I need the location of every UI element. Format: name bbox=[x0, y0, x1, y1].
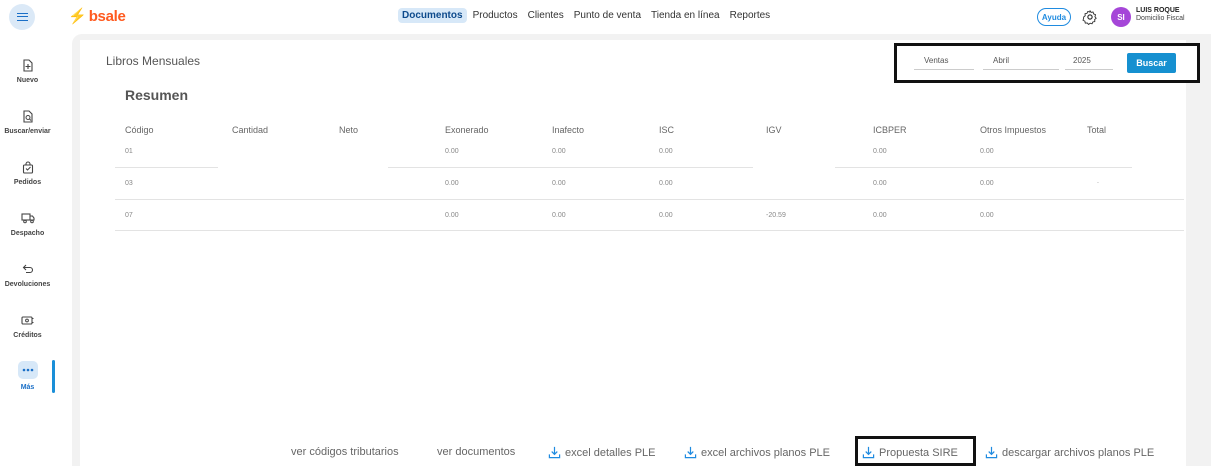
table-header-neto: Neto bbox=[339, 125, 359, 135]
anio-input[interactable]: 2025 bbox=[1065, 56, 1113, 70]
table-cell: 0.00 bbox=[659, 212, 673, 219]
table-header-exonerado: Exonerado bbox=[445, 125, 489, 135]
sidebar-item-devoluciones[interactable]: Devoluciones bbox=[0, 262, 55, 288]
table-header-inafecto: Inafecto bbox=[552, 125, 585, 135]
table-cell: 0.00 bbox=[552, 148, 566, 155]
ver-documentos-link[interactable]: ver documentos bbox=[437, 446, 515, 458]
page-title: Libros Mensuales bbox=[106, 54, 201, 68]
table-cell: 0.00 bbox=[980, 212, 994, 219]
table-cell: -20.59 bbox=[766, 212, 786, 219]
mes-select[interactable]: Abril bbox=[983, 56, 1059, 70]
top-bar: ⚡ bsale Documentos Productos Clientes Pu… bbox=[0, 0, 1211, 34]
row-divider bbox=[115, 167, 218, 168]
table-cell: 0.00 bbox=[980, 180, 994, 187]
nav-punto-de-venta[interactable]: Punto de venta bbox=[570, 8, 645, 23]
tipo-libro-select[interactable]: Ventas bbox=[914, 56, 974, 70]
sidebar-item-label: Créditos bbox=[13, 332, 42, 339]
truck-icon bbox=[20, 211, 35, 225]
table-cell: 0.00 bbox=[873, 212, 887, 219]
user-branch: Domicilio Fiscal bbox=[1136, 15, 1185, 23]
sidebar-item-label: Pedidos bbox=[13, 179, 42, 186]
credit-note-icon bbox=[21, 313, 35, 327]
sidebar-item-despacho[interactable]: Despacho bbox=[0, 211, 55, 237]
main-card bbox=[80, 40, 1186, 474]
gear-icon[interactable] bbox=[1082, 9, 1098, 25]
table-header-igv: IGV bbox=[766, 125, 782, 135]
link-label: descargar archivos planos PLE bbox=[1002, 446, 1155, 459]
row-divider bbox=[115, 199, 1184, 200]
table-cell: . bbox=[1097, 178, 1099, 185]
sidebar-item-mas[interactable]: Más bbox=[0, 361, 55, 391]
row-divider bbox=[388, 167, 753, 168]
excel-archivos-planos-ple-link[interactable]: excel archivos planos PLE bbox=[684, 446, 830, 459]
table-header-cantidad: Cantidad bbox=[232, 125, 269, 135]
active-indicator bbox=[52, 360, 55, 393]
download-icon bbox=[548, 446, 561, 459]
bsale-logo[interactable]: ⚡ bsale bbox=[68, 8, 126, 25]
menu-icon bbox=[16, 13, 28, 21]
table-cell: 0.00 bbox=[873, 148, 887, 155]
table-cell: 0.00 bbox=[873, 180, 887, 187]
table-cell: 0.00 bbox=[445, 180, 459, 187]
nav-productos[interactable]: Productos bbox=[469, 8, 522, 23]
sidebar-item-label: Buscar/enviar bbox=[4, 128, 51, 135]
row-divider bbox=[835, 167, 1132, 168]
user-name: LUIS ROQUE bbox=[1136, 7, 1180, 14]
link-label: excel detalles PLE bbox=[565, 446, 656, 459]
table-cell: 0.00 bbox=[445, 148, 459, 155]
table-cell: 01 bbox=[125, 148, 133, 155]
descargar-archivos-planos-ple-link[interactable]: descargar archivos planos PLE bbox=[985, 446, 1154, 459]
nav-documentos[interactable]: Documentos bbox=[398, 8, 467, 23]
buscar-button[interactable]: Buscar bbox=[1127, 53, 1176, 73]
table-cell: 07 bbox=[125, 212, 133, 219]
sidebar-item-buscar-enviar[interactable]: Buscar/enviar bbox=[0, 109, 55, 135]
link-label: excel archivos planos PLE bbox=[701, 446, 831, 459]
help-button[interactable]: Ayuda bbox=[1037, 8, 1071, 26]
table-cell: 0.00 bbox=[659, 148, 673, 155]
sidebar: Nuevo Buscar/enviar Pedidos Despacho Dev… bbox=[0, 34, 55, 466]
table-header-codigo: Código bbox=[125, 125, 154, 135]
nav-reportes[interactable]: Reportes bbox=[726, 8, 775, 23]
hamburger-menu-button[interactable] bbox=[9, 4, 35, 30]
filter-bar: Ventas Abril 2025 Buscar bbox=[894, 43, 1200, 83]
table-cell: 0.00 bbox=[552, 212, 566, 219]
row-divider bbox=[115, 230, 1184, 231]
sidebar-item-label: Devoluciones bbox=[4, 281, 51, 288]
propuesta-sire-highlight bbox=[855, 436, 976, 466]
bolt-icon: ⚡ bbox=[68, 8, 87, 25]
sidebar-item-nuevo[interactable]: Nuevo bbox=[0, 58, 55, 84]
bag-icon bbox=[21, 160, 35, 174]
section-title: Resumen bbox=[125, 87, 189, 103]
ver-codigos-tributarios-link[interactable]: ver códigos tributarios bbox=[291, 446, 399, 458]
nav-tienda-en-linea[interactable]: Tienda en línea bbox=[647, 8, 724, 23]
brand-name: bsale bbox=[88, 8, 126, 25]
more-dots-icon bbox=[17, 361, 38, 379]
excel-detalles-ple-link[interactable]: excel detalles PLE bbox=[548, 446, 656, 459]
main-nav: Documentos Productos Clientes Punto de v… bbox=[398, 8, 774, 23]
return-arrow-icon bbox=[21, 262, 35, 276]
download-icon bbox=[985, 446, 998, 459]
table-cell: 0.00 bbox=[552, 180, 566, 187]
sidebar-item-label: Nuevo bbox=[16, 77, 39, 84]
table-header-isc: ISC bbox=[659, 125, 675, 135]
download-icon bbox=[684, 446, 697, 459]
table-cell: 03 bbox=[125, 180, 133, 187]
sidebar-item-label: Despacho bbox=[10, 230, 45, 237]
sidebar-item-label: Más bbox=[20, 384, 35, 391]
table-header-total: Total bbox=[1087, 125, 1107, 135]
table-cell: 0.00 bbox=[445, 212, 459, 219]
file-search-icon bbox=[21, 109, 35, 123]
table-header-icbper: ICBPER bbox=[873, 125, 907, 135]
table-header-otros-impuestos: Otros Impuestos bbox=[980, 125, 1047, 135]
sidebar-item-creditos[interactable]: Créditos bbox=[0, 313, 55, 339]
avatar[interactable]: SI bbox=[1111, 7, 1131, 27]
nav-clientes[interactable]: Clientes bbox=[524, 8, 568, 23]
table-cell: 0.00 bbox=[659, 180, 673, 187]
file-plus-icon bbox=[21, 58, 35, 72]
sidebar-item-pedidos[interactable]: Pedidos bbox=[0, 160, 55, 186]
user-info[interactable]: LUIS ROQUE Domicilio Fiscal bbox=[1136, 7, 1185, 23]
table-cell: 0.00 bbox=[980, 148, 994, 155]
